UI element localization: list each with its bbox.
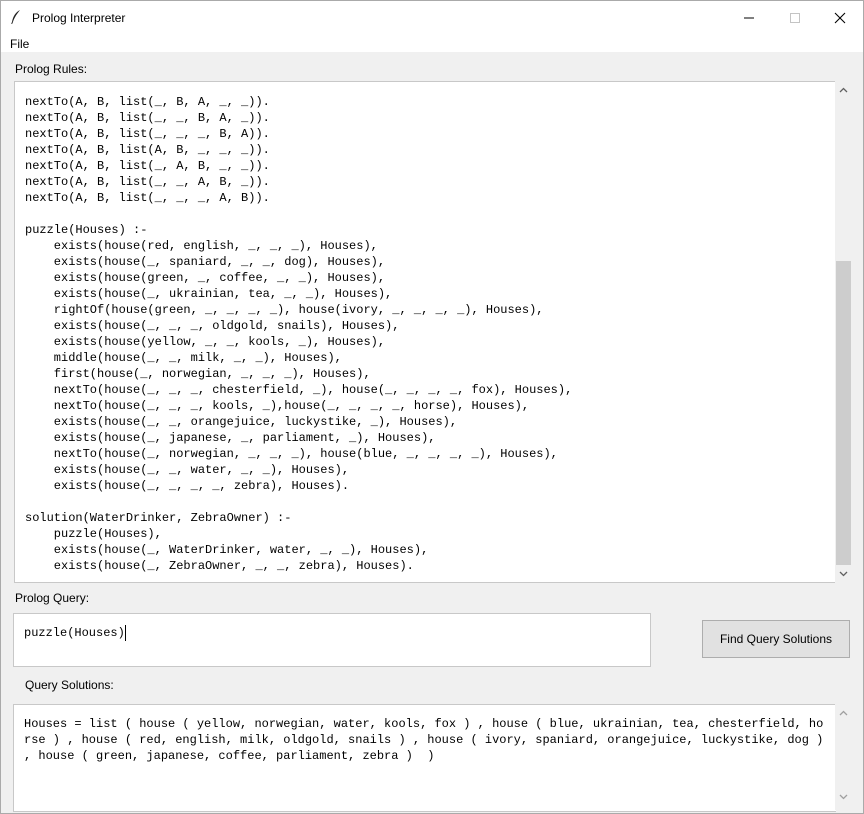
query-text[interactable]: puzzle(Houses)	[24, 626, 125, 640]
feather-icon	[10, 10, 22, 24]
close-button[interactable]	[817, 1, 863, 34]
chevron-down-icon[interactable]	[839, 569, 848, 578]
solutions-textarea[interactable]: Houses = list ( house ( yellow, norwegia…	[13, 704, 836, 812]
minimize-icon	[744, 17, 754, 19]
rules-label: Prolog Rules:	[15, 62, 88, 76]
query-input[interactable]: puzzle(Houses)	[13, 613, 651, 667]
query-label: Prolog Query:	[15, 591, 90, 605]
solutions-text[interactable]: Houses = list ( house ( yellow, norwegia…	[14, 705, 829, 764]
chevron-down-icon[interactable]	[839, 792, 848, 801]
window-title: Prolog Interpreter	[32, 11, 126, 25]
rules-scrollbar-thumb[interactable]	[836, 261, 851, 565]
chevron-up-icon[interactable]	[839, 86, 848, 95]
app-window: Prolog Interpreter File Prolog Rules: ne…	[0, 0, 864, 814]
rules-scrollbar[interactable]	[835, 81, 852, 583]
rules-text[interactable]: nextTo(A, B, list(_, B, A, _, _)). nextT…	[15, 82, 836, 574]
maximize-icon	[790, 13, 800, 23]
solutions-scrollbar[interactable]	[835, 704, 852, 810]
menu-bar: File	[1, 34, 863, 52]
chevron-up-icon[interactable]	[839, 709, 848, 718]
rules-textarea[interactable]: nextTo(A, B, list(_, B, A, _, _)). nextT…	[14, 81, 836, 583]
text-caret	[124, 625, 126, 641]
find-query-solutions-button[interactable]: Find Query Solutions	[702, 620, 850, 658]
minimize-button[interactable]	[726, 1, 772, 34]
close-icon	[834, 12, 846, 24]
maximize-button[interactable]	[772, 1, 818, 34]
menu-file[interactable]: File	[10, 37, 29, 51]
solutions-label: Query Solutions:	[25, 678, 114, 692]
title-bar[interactable]: Prolog Interpreter	[1, 1, 863, 34]
